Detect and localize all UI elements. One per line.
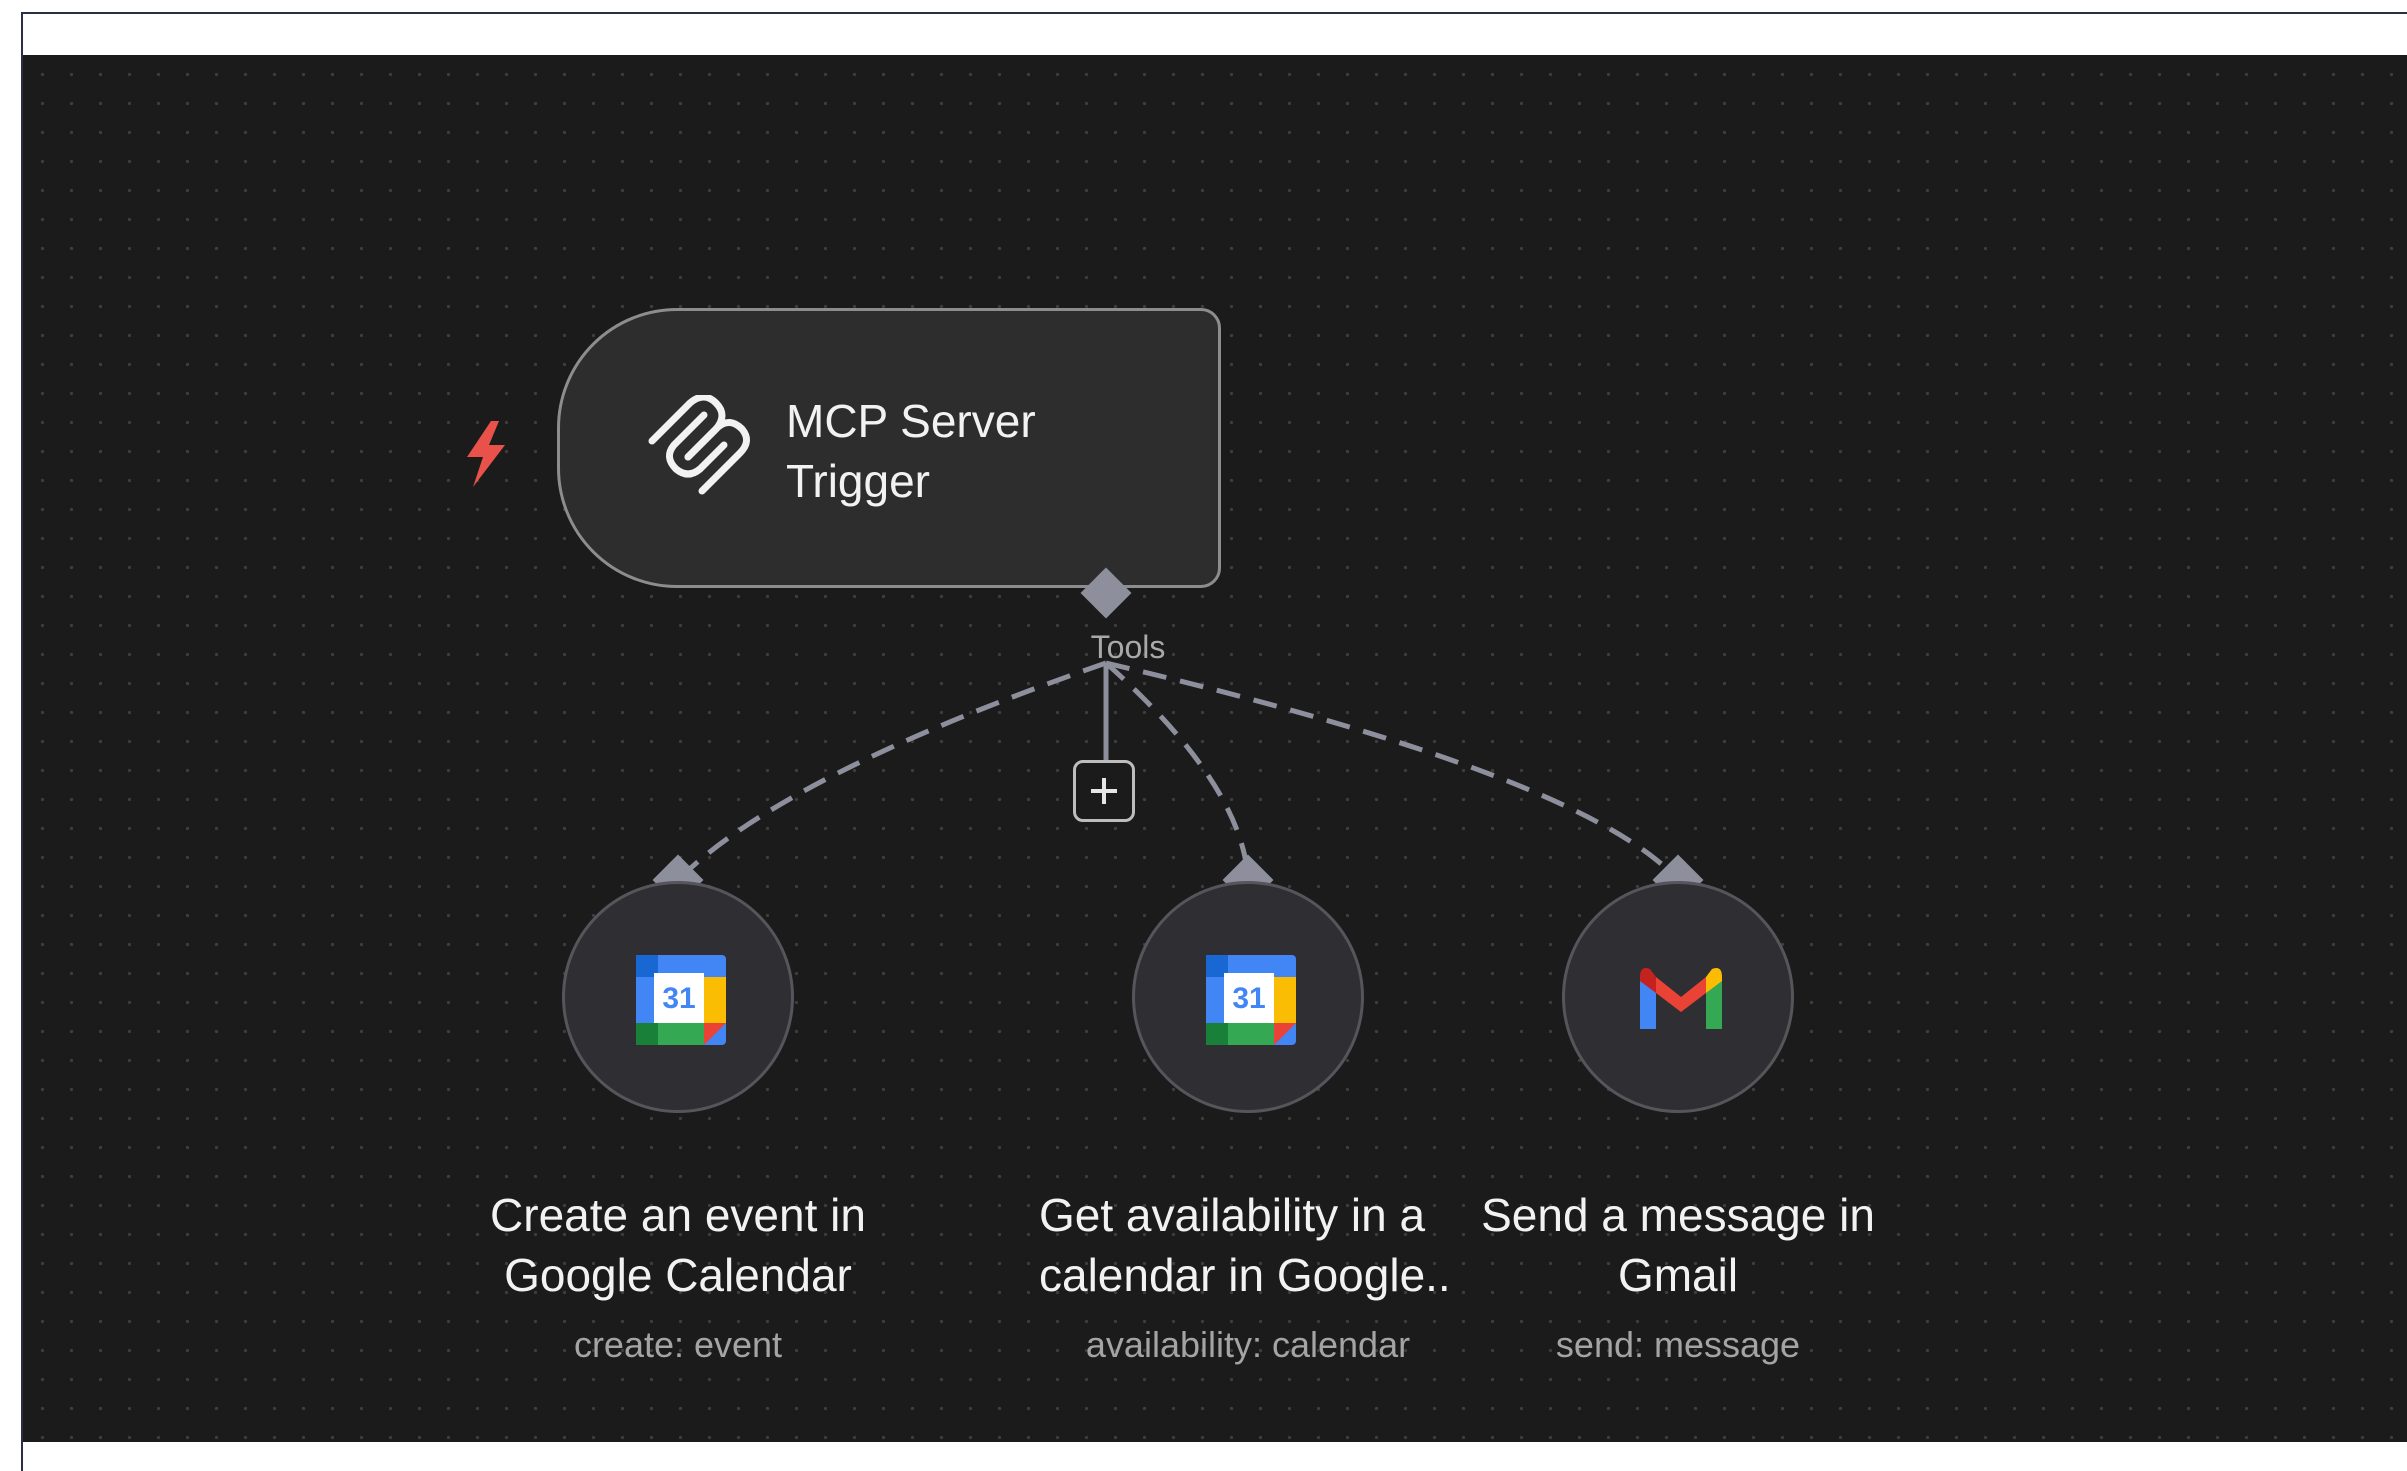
- add-tool-button[interactable]: [1073, 760, 1135, 822]
- google-calendar-icon: 31: [1206, 955, 1296, 1045]
- connection-to-send-message: [1105, 660, 1680, 882]
- workflow-canvas[interactable]: MCP Server Trigger Tools 31 Create an ev…: [23, 55, 2407, 1442]
- create-event-subtitle: create: event: [573, 1324, 783, 1365]
- connection-to-create-event: [676, 660, 1107, 882]
- mcp-icon: [648, 395, 750, 495]
- lightning-bolt-icon: [467, 421, 505, 487]
- mcp-server-trigger-node[interactable]: MCP Server Trigger: [557, 308, 1221, 588]
- send-message-subtitle: send: message: [1555, 1324, 1801, 1365]
- get-availability-subtitle: availability: calendar: [1085, 1324, 1411, 1365]
- svg-text:31: 31: [662, 982, 695, 1015]
- send-message-tool-node[interactable]: [1562, 881, 1794, 1113]
- get-availability-tool-node[interactable]: 31: [1132, 881, 1364, 1113]
- create-event-title: Create an event in Google Calendar: [490, 1189, 866, 1301]
- get-availability-title: Get availability in a calendar in Google…: [1039, 1189, 1451, 1301]
- svg-text:31: 31: [1232, 982, 1265, 1015]
- trigger-title: MCP Server Trigger: [786, 395, 1036, 507]
- google-calendar-icon: 31: [636, 955, 726, 1045]
- gmail-icon: [1640, 968, 1722, 1029]
- tools-connection-label: Tools: [1090, 629, 1166, 665]
- send-message-title: Send a message in Gmail: [1481, 1189, 1875, 1301]
- create-event-tool-node[interactable]: 31: [562, 881, 794, 1113]
- window-top-border: [21, 12, 2407, 14]
